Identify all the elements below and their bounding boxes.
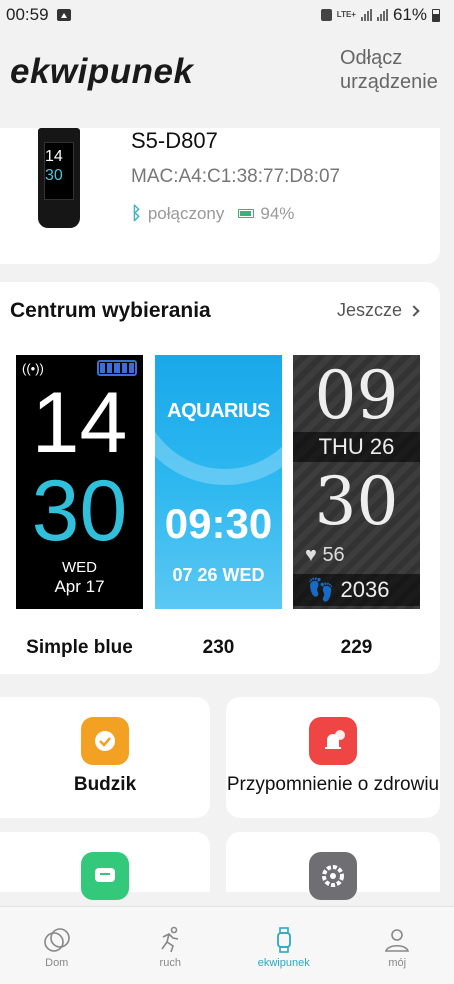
bottom-navigation: Dom ruch ekwipunek mój <box>0 906 454 984</box>
nav-label: mój <box>388 957 407 969</box>
face-heart-rate: 56 <box>322 544 345 566</box>
section-title: Centrum wybierania <box>10 299 211 322</box>
face-minute: 30 <box>31 463 128 559</box>
heart-rate-row: ♥ 56 <box>305 544 345 567</box>
nav-item-profile[interactable]: mój <box>341 907 454 984</box>
watch-face-229[interactable]: 09 THU 26 30 ♥ 56 👣 2036 <box>293 355 420 609</box>
face-label: Simple blue <box>26 637 133 658</box>
watch-band-image: 14 30 <box>38 128 80 228</box>
face-hour: 09 <box>314 357 399 434</box>
watch-face-230[interactable]: AQUARIUS 09:30 07 26 WED <box>155 355 282 609</box>
tile-label: Budzik <box>73 774 137 795</box>
health-reminder-icon <box>309 717 357 765</box>
nav-label: Dom <box>45 957 69 969</box>
status-bar: 00:59 LTE+ 61% <box>0 0 454 30</box>
face-date: Apr 17 <box>54 577 105 596</box>
app-header: ekwipunek Odłącz urządzenie <box>0 32 454 112</box>
nav-label: ekwipunek <box>257 957 310 969</box>
status-time: 00:59 <box>6 5 49 24</box>
connection-status: połączony <box>147 203 225 223</box>
running-icon <box>161 926 179 953</box>
settings-tile[interactable] <box>226 832 440 900</box>
settings-icon <box>309 852 357 900</box>
nav-item-home[interactable]: Dom <box>0 907 114 984</box>
device-card[interactable]: 14 30 S5-D807 MAC:A4:C1:38:77:D8:07 ᛒ po… <box>0 128 440 264</box>
gallery-notification-icon <box>56 9 71 21</box>
face-brand: AQUARIUS <box>167 400 270 422</box>
chevron-right-icon <box>408 304 420 317</box>
face-time: 09:30 <box>164 500 273 547</box>
nav-item-equipment[interactable]: ekwipunek <box>227 907 341 984</box>
lock-icon <box>320 9 332 21</box>
face-hour: 14 <box>31 375 128 471</box>
alarm-clock-icon <box>81 717 129 765</box>
disconnect-device-button[interactable]: Odłącz urządzenie <box>340 46 444 94</box>
steps-row: 👣 2036 <box>293 574 420 606</box>
nav-item-activity[interactable]: ruch <box>114 907 228 984</box>
device-mac: MAC:A4:C1:38:77:D8:07 <box>131 166 341 187</box>
dial-center-card: Centrum wybierania Jeszcze ((•)) 14 30 W… <box>0 282 440 674</box>
watch-face-simple-blue[interactable]: ((•)) 14 30 WED Apr 17 <box>16 355 143 609</box>
more-label: Jeszcze <box>336 300 402 320</box>
nav-label: ruch <box>159 957 181 969</box>
heart-icon: ♥ <box>305 544 317 566</box>
watch-icon <box>276 927 291 953</box>
home-icon <box>43 928 70 952</box>
face-day: WED <box>62 559 97 576</box>
health-reminder-tile[interactable]: Przypomnienie o zdrowiu <box>226 697 440 818</box>
message-icon <box>81 852 129 900</box>
signal-icon-2 <box>376 9 388 21</box>
tile-label: Przypomnienie o zdrowiu <box>226 774 440 795</box>
footsteps-icon: 👣 <box>307 577 335 602</box>
page-title: ekwipunek <box>10 52 194 91</box>
battery-icon <box>432 8 440 22</box>
connection-row: ᛒ połączony 94% <box>131 203 294 224</box>
face-day: THU 26 <box>293 432 420 462</box>
watch-preview-minute: 30 <box>45 167 63 184</box>
face-label: 229 <box>340 637 373 658</box>
alarm-tile[interactable]: Budzik <box>0 697 210 818</box>
watch-preview-hour: 14 <box>45 148 63 165</box>
battery-percent: 61% <box>392 5 427 24</box>
network-type: LTE+ <box>336 10 356 19</box>
vibration-icon: ((•)) <box>22 361 44 376</box>
face-date: 07 26 WED <box>172 565 265 585</box>
device-battery-icon <box>238 209 255 218</box>
message-tile[interactable] <box>0 832 210 900</box>
face-label: 230 <box>202 637 235 658</box>
signal-icon <box>360 9 372 21</box>
device-name: S5-D807 <box>131 128 218 153</box>
face-steps: 2036 <box>340 577 390 602</box>
device-battery: 94% <box>260 203 295 223</box>
face-minute: 30 <box>314 463 399 540</box>
bluetooth-icon: ᛒ <box>131 203 142 223</box>
more-button[interactable]: Jeszcze <box>336 300 420 321</box>
profile-icon <box>385 929 410 952</box>
face-battery-icon <box>97 360 137 376</box>
